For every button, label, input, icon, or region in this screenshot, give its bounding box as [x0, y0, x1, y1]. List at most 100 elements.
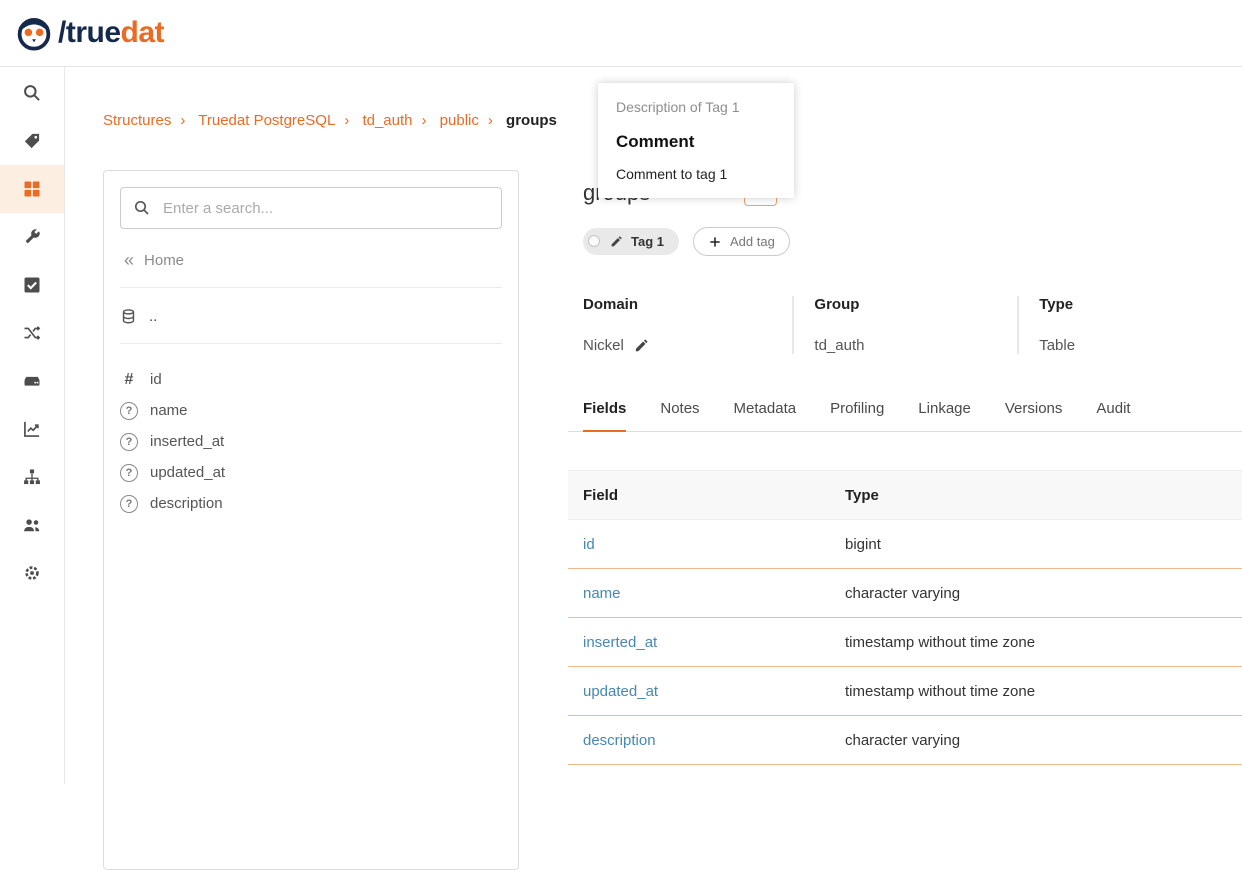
check-square-icon [22, 275, 42, 295]
detail-label: Domain [583, 296, 792, 313]
list-item[interactable]: ? name [120, 395, 502, 426]
logo-text: /truedat [58, 16, 164, 50]
add-tag-label: Add tag [730, 234, 775, 249]
table-row: inserted_at timestamp without time zone [568, 618, 1242, 667]
main-sidebar [0, 67, 65, 784]
field-link[interactable]: id [583, 536, 595, 553]
sidebar-item-tags[interactable] [0, 117, 64, 165]
grid-icon [22, 179, 42, 199]
divider [120, 287, 502, 288]
sidebar-item-users[interactable] [0, 501, 64, 549]
plus-icon [708, 235, 722, 249]
search-icon [22, 83, 42, 103]
wrench-icon [22, 227, 42, 247]
detail-label: Group [814, 296, 1017, 313]
fields-table: Field Type id bigint name character vary… [568, 470, 1242, 765]
detail-label: Type [1039, 296, 1242, 313]
list-item[interactable]: # id [120, 364, 502, 395]
breadcrumb-separator-icon: › [180, 112, 185, 129]
list-item[interactable]: ? inserted_at [120, 426, 502, 457]
edit-pencil-icon[interactable] [634, 338, 649, 353]
fields-table-body: id bigint name character varying inserte… [568, 520, 1242, 765]
search-icon [133, 199, 151, 217]
tag-description: Description of Tag 1 [616, 99, 776, 115]
search-box[interactable] [120, 187, 502, 229]
add-tag-button[interactable]: Add tag [693, 227, 790, 256]
breadcrumb-separator-icon: › [488, 112, 493, 129]
table-row: name character varying [568, 569, 1242, 618]
detail-value: Nickel [583, 337, 624, 354]
sitemap-icon [22, 467, 42, 487]
detail-column: Domain Nickel [568, 296, 792, 354]
field-name: id [150, 371, 162, 388]
collapse-icon: « [124, 251, 134, 269]
tab[interactable]: Versions [1005, 400, 1063, 431]
tab[interactable]: Notes [660, 400, 699, 431]
field-type: bigint [830, 536, 1242, 553]
sidebar-item-search[interactable] [0, 69, 64, 117]
field-link[interactable]: name [583, 585, 621, 602]
tab[interactable]: Metadata [734, 400, 797, 431]
home-label: Home [144, 252, 184, 269]
owl-logo-icon [14, 13, 54, 53]
field-type-icon: # [120, 371, 138, 389]
tag-tooltip-popup: Description of Tag 1 Comment Comment to … [598, 83, 794, 198]
field-type-icon: ? [120, 402, 138, 420]
field-type: timestamp without time zone [830, 683, 1242, 700]
tag-dot-icon [588, 235, 600, 247]
browser-up-item[interactable]: .. [120, 308, 502, 325]
tab[interactable]: Fields [583, 400, 626, 432]
field-link[interactable]: description [583, 732, 656, 749]
breadcrumb-link[interactable]: public [440, 112, 479, 129]
sidebar-item-taxonomy[interactable] [0, 453, 64, 501]
tab[interactable]: Audit [1096, 400, 1130, 431]
detail-columns: Domain Nickel Group td_auth Type [568, 296, 1242, 354]
field-list: # id ? name ? inserted_at ? updated_at [120, 364, 502, 519]
field-type-icon: ? [120, 495, 138, 513]
tag-pill[interactable]: Tag 1 [583, 228, 679, 255]
table-row: id bigint [568, 520, 1242, 569]
sidebar-item-structures[interactable] [0, 165, 64, 213]
divider [120, 343, 502, 344]
database-icon [120, 308, 137, 325]
column-header: Field [568, 487, 830, 504]
comment-heading: Comment [616, 132, 776, 152]
sidebar-item-admin[interactable] [0, 213, 64, 261]
field-type-icon: ? [120, 433, 138, 451]
breadcrumb-link[interactable]: Truedat PostgreSQL [198, 112, 335, 129]
tag-icon [22, 131, 42, 151]
truedat-logo[interactable]: /truedat [14, 13, 164, 53]
detail-column: Group td_auth [792, 296, 1017, 354]
browser-back-home[interactable]: « Home [124, 251, 498, 269]
up-item-label: .. [149, 308, 157, 325]
shuffle-icon [22, 323, 42, 343]
comment-text: Comment to tag 1 [616, 166, 776, 182]
detail-value: Table [1039, 337, 1075, 354]
sidebar-item-quality[interactable] [0, 261, 64, 309]
sidebar-item-lineage[interactable] [0, 309, 64, 357]
list-item[interactable]: ? description [120, 488, 502, 519]
detail-tabs: Fields Notes Metadata Profiling Linkage … [568, 400, 1242, 432]
chart-line-icon [22, 419, 42, 439]
tab[interactable]: Profiling [830, 400, 884, 431]
field-link[interactable]: inserted_at [583, 634, 657, 651]
field-name: name [150, 402, 188, 419]
breadcrumb-link[interactable]: Structures [103, 112, 171, 129]
list-item[interactable]: ? updated_at [120, 457, 502, 488]
sidebar-item-dashboards[interactable] [0, 405, 64, 453]
field-link[interactable]: updated_at [583, 683, 658, 700]
search-input[interactable] [161, 199, 489, 218]
table-row: updated_at timestamp without time zone [568, 667, 1242, 716]
field-type-icon: ? [120, 464, 138, 482]
detail-column: Type Table [1017, 296, 1242, 354]
sidebar-item-settings[interactable] [0, 549, 64, 597]
sidebar-item-sources[interactable] [0, 357, 64, 405]
gear-icon [22, 563, 42, 583]
field-type: character varying [830, 585, 1242, 602]
users-icon [22, 515, 42, 535]
fields-table-header: Field Type [568, 470, 1242, 520]
tab[interactable]: Linkage [918, 400, 971, 431]
field-type: timestamp without time zone [830, 634, 1242, 651]
breadcrumb-link[interactable]: td_auth [362, 112, 412, 129]
edit-tag-icon[interactable] [610, 235, 623, 248]
